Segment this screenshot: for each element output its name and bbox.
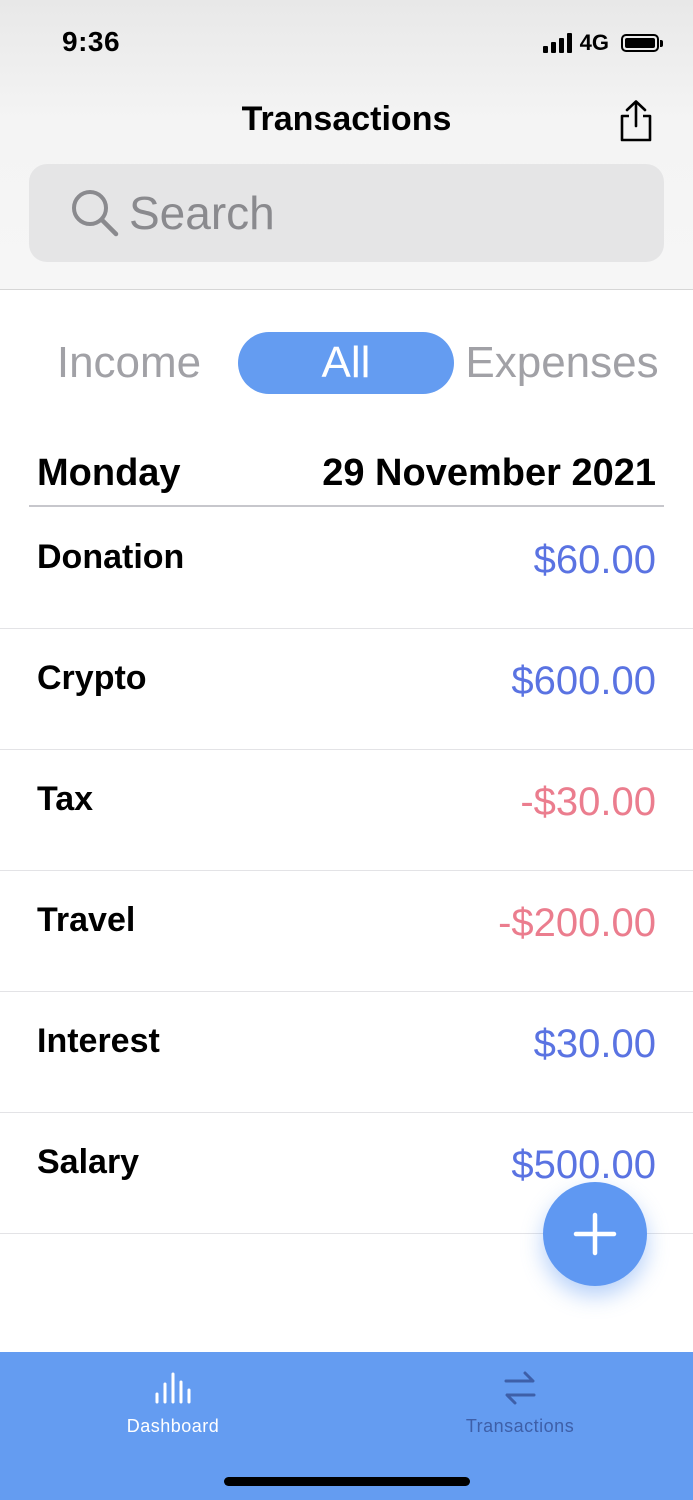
network-label: 4G [579, 30, 609, 55]
transaction-row[interactable]: Crypto $600.00 [0, 629, 693, 750]
tab-dashboard[interactable]: Dashboard [0, 1352, 346, 1452]
transaction-name: Travel [37, 901, 136, 939]
add-transaction-button[interactable] [543, 1182, 647, 1286]
transaction-name: Tax [37, 780, 94, 818]
transaction-name: Interest [37, 1022, 160, 1060]
tab-transactions[interactable]: Transactions [347, 1352, 693, 1452]
bar-chart-icon [155, 1372, 191, 1404]
date-full: 29 November 2021 [322, 452, 656, 494]
search-icon [72, 190, 119, 237]
transaction-name: Salary [37, 1143, 140, 1181]
search-input[interactable] [129, 186, 609, 240]
transaction-row[interactable]: Tax -$30.00 [0, 750, 693, 871]
date-day: Monday [37, 452, 181, 494]
transaction-list: Donation $60.00 Crypto $600.00 Tax -$30.… [0, 508, 693, 1234]
filter-income[interactable]: Income [30, 332, 228, 394]
share-icon [620, 100, 652, 142]
transaction-amount: -$200.00 [498, 901, 656, 945]
transaction-name: Donation [37, 538, 185, 576]
battery-icon [621, 34, 663, 52]
transaction-amount: $30.00 [533, 1022, 656, 1066]
search-bar[interactable] [29, 164, 664, 262]
transaction-row[interactable]: Interest $30.00 [0, 992, 693, 1113]
status-indicators: 4G [542, 30, 663, 56]
date-section-header: Monday 29 November 2021 [29, 446, 664, 507]
signal-icon [542, 33, 572, 53]
transaction-row[interactable]: Donation $60.00 [0, 508, 693, 629]
transaction-name: Crypto [37, 659, 147, 697]
swap-arrows-icon [504, 1371, 536, 1405]
transaction-row[interactable]: Travel -$200.00 [0, 871, 693, 992]
transaction-amount: -$30.00 [520, 780, 656, 824]
status-time: 9:36 [62, 26, 121, 57]
tab-label-dashboard: Dashboard [126, 1416, 220, 1436]
transaction-amount: $500.00 [511, 1143, 656, 1187]
filter-expenses[interactable]: Expenses [458, 332, 666, 394]
share-button[interactable] [614, 98, 658, 144]
top-area: 9:36 4G Transactions [0, 0, 693, 290]
tab-label-transactions: Transactions [465, 1416, 575, 1436]
filter-all[interactable]: All [238, 332, 454, 394]
home-indicator [224, 1477, 470, 1486]
transaction-amount: $600.00 [511, 659, 656, 703]
plus-icon [573, 1212, 617, 1256]
transaction-amount: $60.00 [533, 538, 656, 582]
page-title: Transactions [241, 100, 452, 138]
tab-bar: Dashboard Transactions [0, 1352, 693, 1500]
